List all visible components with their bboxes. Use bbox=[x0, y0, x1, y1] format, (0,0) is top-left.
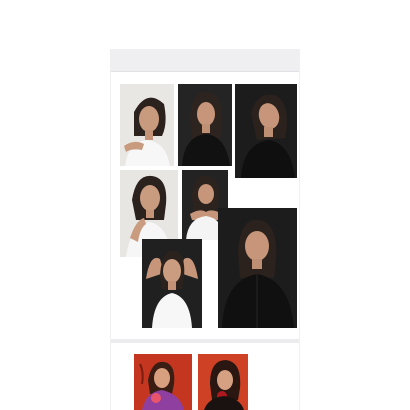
feed-column[interactable] bbox=[110, 49, 300, 410]
portrait-photo[interactable] bbox=[178, 84, 232, 166]
portrait-photo[interactable] bbox=[218, 208, 297, 328]
portrait-photo[interactable] bbox=[134, 354, 192, 410]
portrait-photo[interactable] bbox=[235, 84, 297, 178]
portrait-photo[interactable] bbox=[198, 354, 248, 410]
header-bar bbox=[111, 49, 299, 72]
post-divider bbox=[111, 339, 299, 343]
screen: { "feed": { "post_1": { "photos": [ {"ic… bbox=[0, 0, 410, 410]
portrait-photo[interactable] bbox=[142, 239, 202, 328]
portrait-photo[interactable] bbox=[120, 84, 174, 166]
